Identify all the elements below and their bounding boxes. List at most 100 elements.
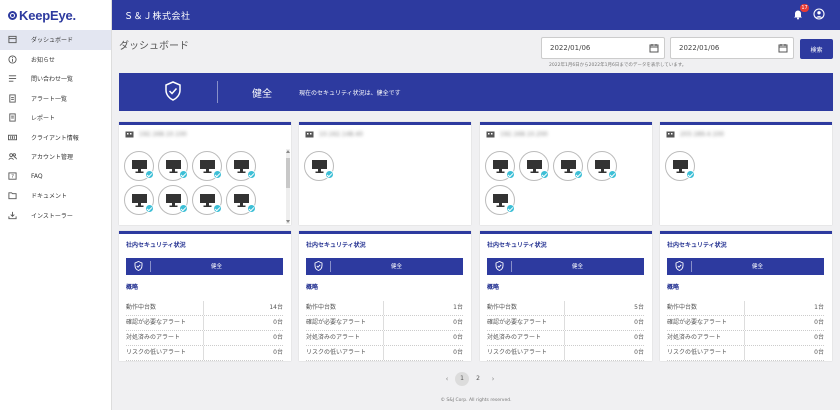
sidebar-item-faq[interactable]: ? FAQ: [0, 167, 111, 187]
card-status: 健全: [751, 264, 763, 270]
calendar-icon[interactable]: [649, 43, 659, 53]
check-icon: [574, 170, 583, 179]
device-status[interactable]: [665, 151, 695, 181]
summary-value: 0台: [814, 319, 824, 326]
next-page-button[interactable]: ›: [486, 372, 500, 386]
logo-text: KeepEye.: [19, 7, 76, 23]
device-status[interactable]: [158, 151, 188, 181]
device-status[interactable]: [226, 185, 256, 215]
check-icon: [540, 170, 549, 179]
card-status-bar: 健全: [306, 258, 463, 275]
sidebar-item-inquiries[interactable]: 問い合わせ一覧: [0, 69, 111, 89]
sidebar-item-accounts[interactable]: アカウント管理: [0, 147, 111, 167]
date-from-input[interactable]: 2022/01/06: [541, 37, 665, 59]
device-status[interactable]: [226, 151, 256, 181]
device-status[interactable]: [192, 151, 222, 181]
shield-check-icon: [495, 261, 504, 271]
device-status[interactable]: [124, 185, 154, 215]
device-status[interactable]: [158, 185, 188, 215]
check-icon: [213, 204, 222, 213]
device-group-card: 203.189.4.100: [660, 122, 832, 225]
sidebar-item-news[interactable]: お知らせ: [0, 50, 111, 70]
security-status-card: 社内セキュリティ状況 健全 概略 動作中台数 5台 確認が必要なアラート 0台 対処済みのアラ…: [480, 231, 652, 361]
summary-label: リスクの低いアラート: [126, 346, 204, 360]
building-icon: [125, 131, 134, 137]
prev-page-button[interactable]: ‹: [440, 372, 454, 386]
page-button-2[interactable]: 2: [471, 372, 485, 386]
top-bar: Ｓ＆Ｊ株式会社 17: [112, 0, 840, 30]
account-icon: [8, 153, 17, 161]
device-status[interactable]: [124, 151, 154, 181]
card-status-bar: 健全: [126, 258, 283, 275]
device-list: [304, 151, 464, 185]
device-status[interactable]: [519, 151, 549, 181]
summary-value: 0台: [634, 349, 644, 356]
scroll-down-icon[interactable]: [286, 220, 290, 223]
shield-check-icon: [314, 261, 323, 271]
summary-row: 確認が必要なアラート 0台: [306, 316, 463, 331]
device-status[interactable]: [485, 151, 515, 181]
sidebar-nav: ダッシュボード お知らせ 問い合わせ一覧 アラート一覧 レポート クライアント情…: [0, 30, 111, 225]
device-status[interactable]: [192, 185, 222, 215]
user-account-icon[interactable]: [813, 8, 825, 20]
sidebar-item-label: アカウント管理: [31, 154, 74, 162]
sidebar-item-alerts[interactable]: アラート一覧: [0, 89, 111, 109]
sidebar-item-installer[interactable]: インストーラー: [0, 206, 111, 226]
device-status[interactable]: [485, 185, 515, 215]
sidebar-item-label: クライアント情報: [31, 134, 79, 142]
sidebar-item-reports[interactable]: レポート: [0, 108, 111, 128]
summary-value: 0台: [634, 334, 644, 341]
summary-label: リスクの低いアラート: [667, 346, 745, 360]
sidebar-item-dashboard[interactable]: ダッシュボード: [0, 30, 111, 50]
search-button[interactable]: 検索: [800, 39, 833, 59]
summary-row: 動作中台数 1台: [306, 301, 463, 316]
app-logo[interactable]: KeepEye.: [0, 0, 111, 30]
sidebar-item-label: アラート一覧: [31, 95, 68, 103]
card-title: 社内セキュリティ状況: [487, 242, 547, 249]
card-status: 健全: [571, 264, 583, 270]
summary-value: 1台: [453, 304, 463, 311]
summary-value: 0台: [814, 349, 824, 356]
page-button-1[interactable]: 1: [455, 372, 469, 386]
sidebar-item-clients[interactable]: クライアント情報: [0, 128, 111, 148]
check-icon: [247, 204, 256, 213]
group-name: 203.189.4.100: [680, 130, 724, 138]
sidebar-item-documents[interactable]: ドキュメント: [0, 186, 111, 206]
check-icon: [506, 170, 515, 179]
summary-table: 動作中台数 1台 確認が必要なアラート 0台 対処済みのアラート 0台 リスクの低いアラート…: [667, 301, 824, 361]
summary-row: 動作中台数 1台: [667, 301, 824, 316]
check-icon: [686, 170, 695, 179]
card-subtitle: 概略: [667, 284, 680, 291]
device-status[interactable]: [587, 151, 617, 181]
summary-row: リスクの低いアラート 0台: [487, 346, 644, 361]
summary-label: 対処済みのアラート: [487, 331, 565, 345]
sidebar-item-label: レポート: [31, 115, 56, 123]
device-list: [485, 151, 645, 219]
date-to-input[interactable]: 2022/01/06: [670, 37, 794, 59]
summary-label: 対処済みのアラート: [126, 331, 204, 345]
scroll-up-icon[interactable]: [286, 150, 290, 153]
summary-label: 対処済みのアラート: [667, 331, 745, 345]
dashboard-icon: [8, 36, 17, 44]
check-icon: [213, 170, 222, 179]
summary-value: 0台: [634, 319, 644, 326]
summary-label: 確認が必要なアラート: [667, 316, 745, 330]
device-list-scrollbar[interactable]: [286, 149, 290, 224]
summary-label: 対処済みのアラート: [306, 331, 384, 345]
summary-row: 動作中台数 14台: [126, 301, 283, 316]
summary-value: 0台: [814, 334, 824, 341]
notification-badge: 17: [800, 4, 809, 12]
card-status-bar: 健全: [487, 258, 644, 275]
group-header: 10.162.148.40: [299, 125, 471, 143]
summary-row: 対処済みのアラート 0台: [126, 331, 283, 346]
device-status[interactable]: [553, 151, 583, 181]
calendar-icon[interactable]: [778, 43, 788, 53]
device-group-card: 192.168.10.200: [480, 122, 652, 225]
group-name: 10.162.148.40: [319, 130, 363, 138]
summary-row: 確認が必要なアラート 0台: [126, 316, 283, 331]
sidebar-item-label: インストーラー: [31, 212, 73, 220]
summary-label: 動作中台数: [667, 301, 745, 315]
device-status[interactable]: [304, 151, 334, 181]
group-header: 192.168.10.100: [119, 125, 291, 143]
summary-value: 0台: [273, 334, 283, 341]
